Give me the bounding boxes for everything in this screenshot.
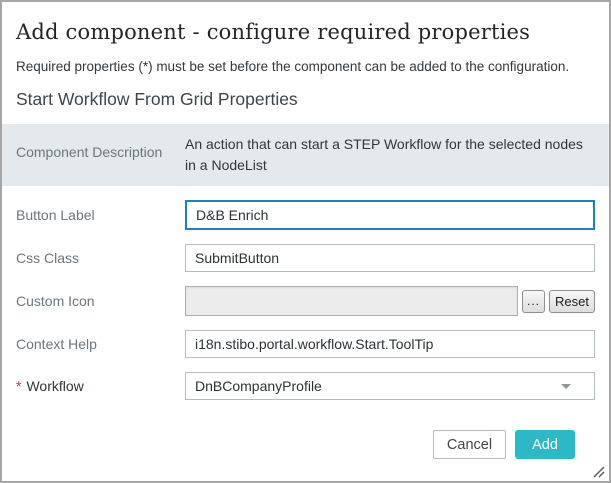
section-title: Start Workflow From Grid Properties xyxy=(16,89,595,110)
form-row-context-help: Context Help xyxy=(16,330,595,358)
custom-icon-input xyxy=(185,286,518,316)
button-label-label: Button Label xyxy=(16,207,185,223)
dialog-subtitle: Required properties (*) must be set befo… xyxy=(16,59,595,74)
custom-icon-browse-button[interactable]: ... xyxy=(522,290,545,313)
component-description-label: Component Description xyxy=(16,134,185,160)
custom-icon-label: Custom Icon xyxy=(16,293,185,309)
workflow-dropdown[interactable]: DnBCompanyProfile xyxy=(185,372,595,400)
add-component-dialog: Add component - configure required prope… xyxy=(0,0,611,483)
workflow-label-text: Workflow xyxy=(26,378,83,394)
cancel-button[interactable]: Cancel xyxy=(433,430,506,459)
css-class-input[interactable] xyxy=(185,244,595,272)
form-row-button-label: Button Label xyxy=(16,200,595,230)
properties-form: Button Label Css Class Custom Icon ... R… xyxy=(16,200,595,400)
context-help-label: Context Help xyxy=(16,336,185,352)
required-marker: * xyxy=(16,378,21,394)
form-row-css-class: Css Class xyxy=(16,244,595,272)
dialog-title: Add component - configure required prope… xyxy=(16,20,595,44)
component-description-row: Component Description An action that can… xyxy=(2,124,609,186)
resize-handle-icon[interactable] xyxy=(591,464,605,478)
dialog-footer: Cancel Add xyxy=(433,430,575,459)
component-description-value: An action that can start a STEP Workflow… xyxy=(185,134,595,176)
button-label-input[interactable] xyxy=(185,200,595,230)
custom-icon-group: ... Reset xyxy=(185,286,595,316)
form-row-custom-icon: Custom Icon ... Reset xyxy=(16,286,595,316)
workflow-selected-value: DnBCompanyProfile xyxy=(195,378,561,394)
custom-icon-reset-button[interactable]: Reset xyxy=(549,290,595,313)
css-class-label: Css Class xyxy=(16,250,185,266)
workflow-label: * Workflow xyxy=(16,378,185,394)
form-row-workflow: * Workflow DnBCompanyProfile xyxy=(16,372,595,400)
chevron-down-icon xyxy=(561,384,571,389)
add-button[interactable]: Add xyxy=(515,430,575,459)
context-help-input[interactable] xyxy=(185,330,595,358)
